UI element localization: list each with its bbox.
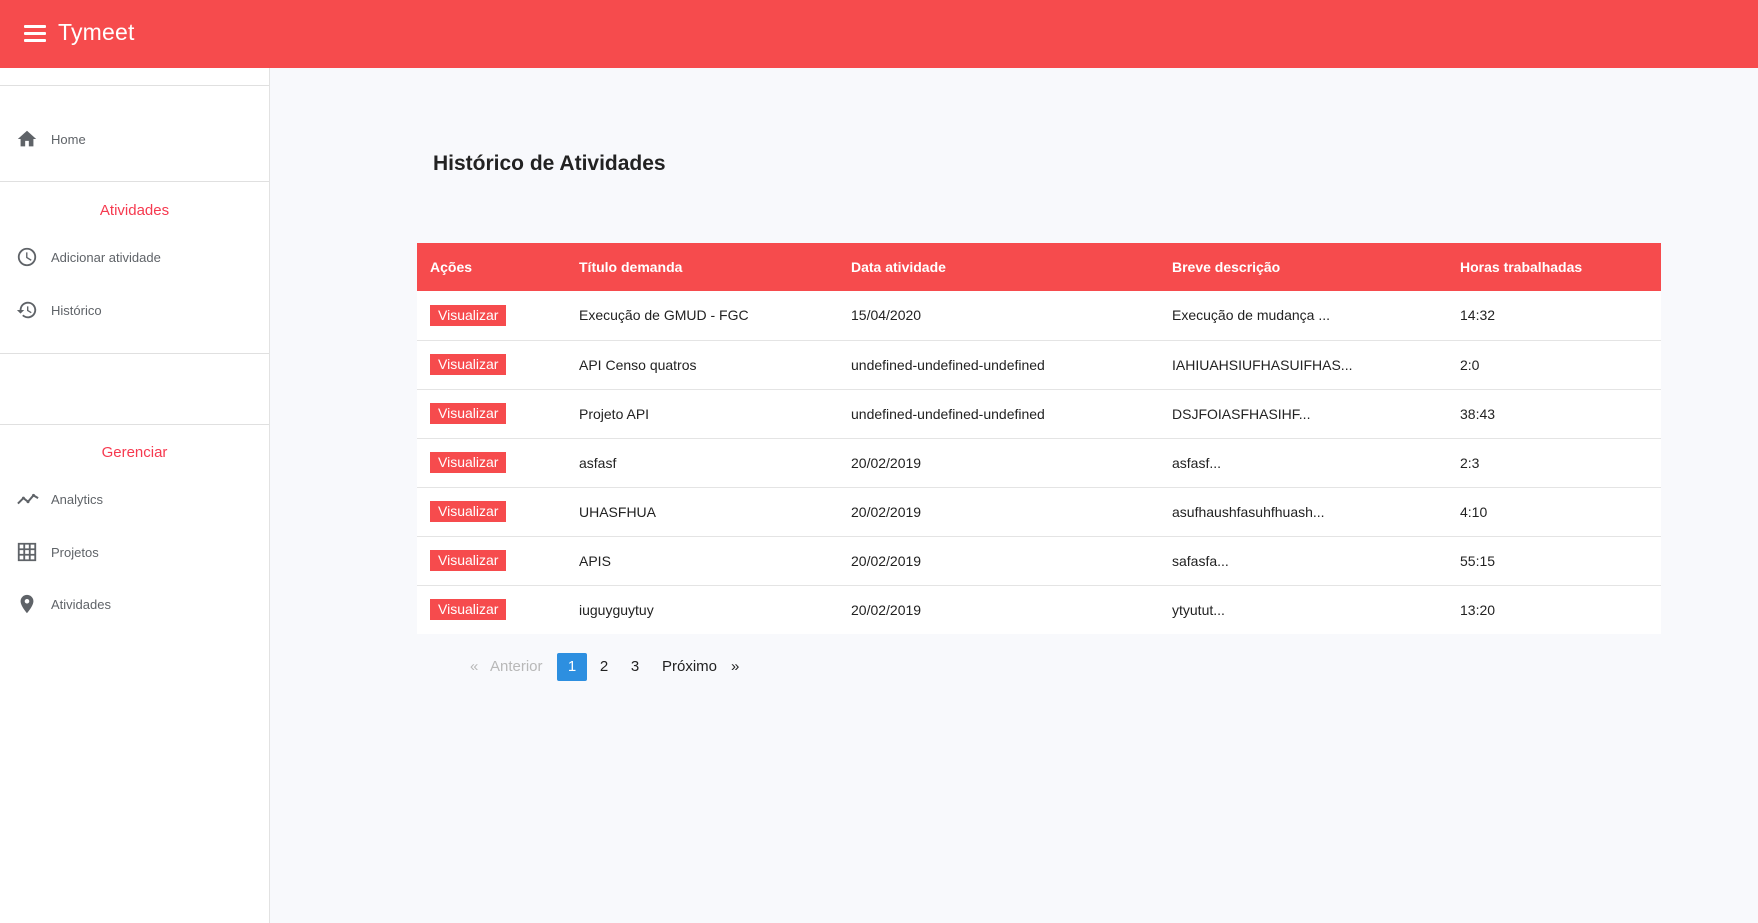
home-icon xyxy=(17,130,37,147)
table-row: Visualizar iuguyguytuy 20/02/2019 ytyutu… xyxy=(417,585,1661,634)
page-link-3[interactable]: 3 xyxy=(625,653,645,681)
cell-titulo: iuguyguytuy xyxy=(579,601,654,618)
cell-titulo: Execução de GMUD - FGC xyxy=(579,307,749,324)
sidebar-item-adicionar-atividade[interactable]: Adicionar atividade xyxy=(0,240,269,274)
table-row: Visualizar API Censo quatros undefined-u… xyxy=(417,340,1661,389)
cell-data: 20/02/2019 xyxy=(851,454,922,471)
prev-page-link: Anterior xyxy=(490,658,543,675)
cell-descricao: asfasf... xyxy=(1172,454,1222,471)
page-link-2[interactable]: 2 xyxy=(594,653,614,681)
sidebar-item-home[interactable]: Home xyxy=(0,122,269,156)
section-title-atividades: Atividades xyxy=(99,202,170,219)
sidebar-item-label: Projetos xyxy=(51,544,99,560)
next-page-link[interactable]: Próximo xyxy=(662,653,717,681)
sidebar-item-projetos[interactable]: Projetos xyxy=(0,535,269,569)
sidebar-item-label: Atividades xyxy=(51,596,111,612)
cell-data: 20/02/2019 xyxy=(851,552,922,569)
visualizar-button[interactable]: Visualizar xyxy=(430,501,507,522)
column-header-data: Data atividade xyxy=(851,259,946,275)
cell-data: 20/02/2019 xyxy=(851,503,922,520)
visualizar-button[interactable]: Visualizar xyxy=(430,599,507,621)
trending-line-icon xyxy=(17,493,39,505)
pagination: « Anterior 1 2 3 Próximo » xyxy=(0,653,1758,681)
page-title: Histórico de Atividades xyxy=(433,152,666,175)
table-row: Visualizar asfasf 20/02/2019 asfasf... 2… xyxy=(417,438,1661,487)
top-app-bar: Tymeet xyxy=(0,0,1758,68)
cell-horas: 13:20 xyxy=(1460,601,1496,618)
history-icon xyxy=(16,301,37,319)
column-header-acoes: Ações xyxy=(430,259,473,275)
table-row: Visualizar Execução de GMUD - FGC 15/04/… xyxy=(417,291,1661,340)
sidebar-item-label: Home xyxy=(51,131,86,147)
sidebar-item-atividades[interactable]: Atividades xyxy=(0,587,269,621)
location-pin-icon xyxy=(20,594,34,614)
cell-horas: 38:43 xyxy=(1460,405,1496,422)
visualizar-button[interactable]: Visualizar xyxy=(430,452,507,473)
grid-icon xyxy=(17,542,37,562)
prev-arrow-icon: « xyxy=(470,658,479,675)
divider xyxy=(0,353,269,354)
column-header-titulo: Título demanda xyxy=(579,259,683,275)
cell-horas: 2:3 xyxy=(1460,454,1480,471)
sidebar: Home Atividades Adicionar atividade Hist… xyxy=(0,68,270,923)
cell-data: undefined-undefined-undefined xyxy=(851,405,1045,422)
sidebar-item-label: Histórico xyxy=(51,302,102,318)
sidebar-item-label: Adicionar atividade xyxy=(51,249,161,265)
visualizar-button[interactable]: Visualizar xyxy=(430,550,507,571)
divider xyxy=(0,424,269,425)
page-link-1[interactable]: 1 xyxy=(557,653,587,681)
visualizar-button[interactable]: Visualizar xyxy=(430,354,507,375)
cell-descricao: Execução de mudança ... xyxy=(1172,307,1330,324)
next-arrow-icon[interactable]: » xyxy=(731,653,739,681)
cell-data: 20/02/2019 xyxy=(851,601,922,618)
cell-titulo: UHASFHUA xyxy=(579,503,657,520)
table-header-row: Ações Título demanda Data atividade Brev… xyxy=(417,243,1661,291)
clock-icon xyxy=(17,247,37,267)
cell-titulo: APIS xyxy=(579,552,611,569)
cell-descricao: asufhaushfasuhfhuash... xyxy=(1172,503,1325,520)
cell-descricao: IAHIUAHSIUFHASUIFHAS... xyxy=(1172,356,1353,373)
visualizar-button[interactable]: Visualizar xyxy=(430,304,507,326)
hamburger-menu-icon[interactable] xyxy=(24,25,46,43)
column-header-horas: Horas trabalhadas xyxy=(1460,259,1583,275)
cell-titulo: asfasf xyxy=(579,454,617,471)
cell-data: undefined-undefined-undefined xyxy=(851,356,1045,373)
app-title: Tymeet xyxy=(58,19,135,45)
divider xyxy=(0,181,269,182)
table-row: Visualizar UHASFHUA 20/02/2019 asufhaush… xyxy=(417,487,1661,536)
cell-horas: 2:0 xyxy=(1460,356,1480,373)
cell-titulo: API Censo quatros xyxy=(579,356,697,373)
table-row: Visualizar Projeto API undefined-undefin… xyxy=(417,389,1661,438)
divider xyxy=(0,85,269,86)
cell-horas: 14:32 xyxy=(1460,307,1496,324)
sidebar-item-historico[interactable]: Histórico xyxy=(0,293,269,327)
sidebar-item-label: Analytics xyxy=(51,491,104,507)
visualizar-button[interactable]: Visualizar xyxy=(430,403,507,424)
cell-descricao: safasfa... xyxy=(1172,552,1229,569)
cell-data: 15/04/2020 xyxy=(851,307,922,324)
sidebar-item-analytics[interactable]: Analytics xyxy=(0,482,269,516)
section-title-gerenciar: Gerenciar xyxy=(101,444,168,461)
cell-titulo: Projeto API xyxy=(579,405,650,422)
column-header-descricao: Breve descrição xyxy=(1172,259,1281,275)
cell-descricao: DSJFOIASFHASIHF... xyxy=(1172,405,1311,422)
cell-horas: 55:15 xyxy=(1460,552,1496,569)
table-row: Visualizar APIS 20/02/2019 safasfa... 55… xyxy=(417,536,1661,585)
cell-descricao: ytyutut... xyxy=(1172,601,1225,618)
activity-history-table: Ações Título demanda Data atividade Brev… xyxy=(417,243,1661,634)
cell-horas: 4:10 xyxy=(1460,503,1488,520)
